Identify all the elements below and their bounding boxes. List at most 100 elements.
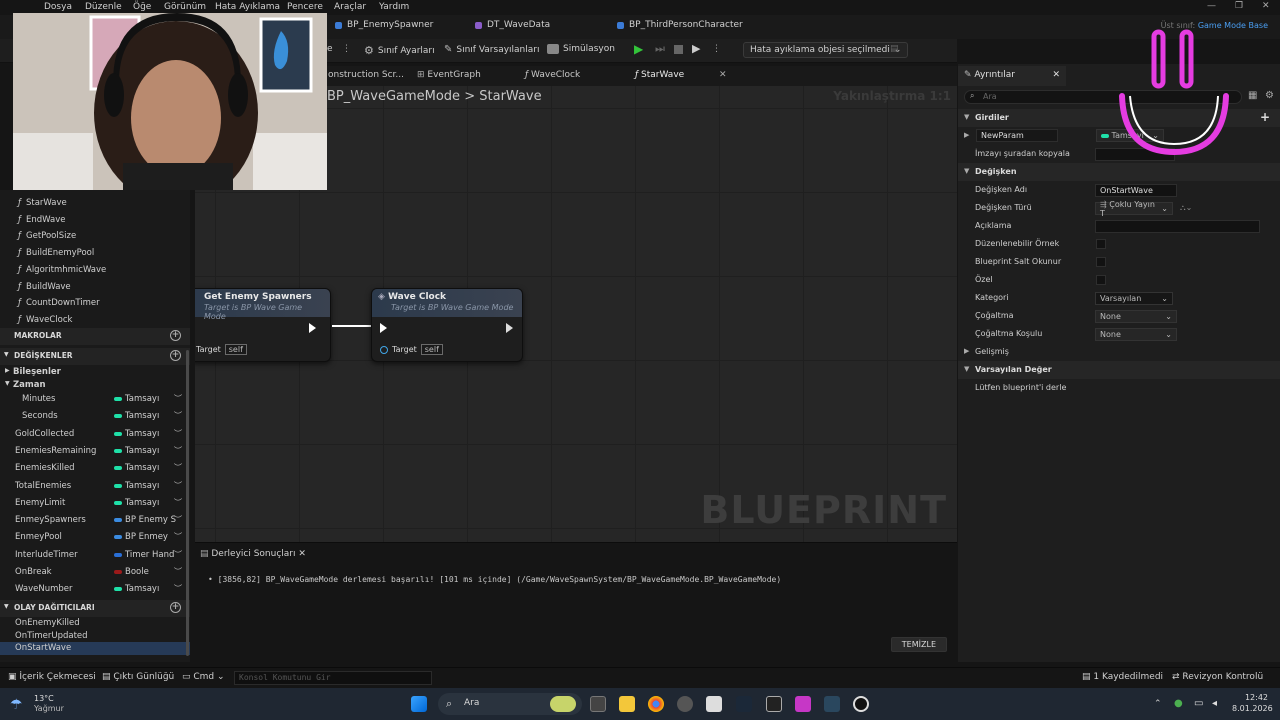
- tray-chevron-icon[interactable]: ⌃: [1154, 699, 1162, 709]
- variable-item[interactable]: EnemiesRemaining Tamsayı ︶: [0, 443, 190, 460]
- expand-arrow-icon[interactable]: ▶: [964, 131, 969, 139]
- visibility-eye-icon[interactable]: ︶: [174, 428, 182, 439]
- dispatcher-item[interactable]: OnTimerUpdated: [0, 630, 190, 643]
- function-item[interactable]: WaveClock: [0, 312, 190, 329]
- replication-dropdown[interactable]: None ⌄: [1095, 310, 1177, 323]
- menu-edit[interactable]: Düzenle: [85, 2, 122, 12]
- function-item[interactable]: EndWave: [0, 212, 190, 229]
- variable-type[interactable]: Tamsayı: [114, 411, 159, 421]
- play-icon[interactable]: ▶: [634, 42, 643, 56]
- variable-type[interactable]: Tamsayı: [114, 481, 159, 491]
- close-icon[interactable]: ✕: [1052, 70, 1060, 80]
- variable-item[interactable]: Minutes Tamsayı ︶: [0, 391, 190, 408]
- class-defaults-button[interactable]: ✎ Sınıf Varsayılanları: [444, 44, 539, 55]
- visibility-eye-icon[interactable]: ︶: [174, 566, 182, 577]
- description-field[interactable]: [1095, 220, 1260, 233]
- category-dropdown[interactable]: Varsayılan ⌄: [1095, 292, 1173, 305]
- close-icon[interactable]: ✕: [1262, 1, 1270, 11]
- variables-section[interactable]: ▼ DEĞİŞKENLER +: [0, 348, 190, 365]
- debug-object-dropdown[interactable]: Hata ayıklama objesi seçilmedi ⌄: [743, 42, 909, 58]
- visibility-eye-icon[interactable]: ︶: [174, 497, 182, 508]
- menu-view[interactable]: Görünüm: [164, 2, 206, 12]
- variable-type[interactable]: BP Enemy S: [114, 515, 176, 525]
- class-settings-button[interactable]: ⚙ Sınıf Ayarları: [364, 44, 435, 57]
- minimize-icon[interactable]: —: [1207, 1, 1216, 11]
- app-purple-icon[interactable]: [795, 696, 811, 712]
- exec-in-pin[interactable]: [380, 323, 387, 333]
- exec-out-pin[interactable]: [506, 323, 513, 333]
- variable-type[interactable]: Tamsayı: [114, 429, 159, 439]
- store-icon[interactable]: [706, 696, 722, 712]
- more-options-icon[interactable]: ⋮: [342, 44, 351, 54]
- add-variable-icon[interactable]: +: [170, 350, 181, 361]
- variable-type[interactable]: BP Enmey: [114, 532, 168, 542]
- dispatchers-section[interactable]: ▼ OLAY DAĞITICILARI +: [0, 600, 190, 617]
- visibility-eye-icon[interactable]: ︶: [174, 393, 182, 404]
- variable-name-field[interactable]: OnStartWave: [1095, 184, 1177, 197]
- dispatcher-item[interactable]: OnEnemyKilled: [0, 617, 190, 630]
- eject-icon[interactable]: ▶: [692, 42, 700, 55]
- volume-icon[interactable]: ◂: [1212, 698, 1217, 709]
- windows-start-icon[interactable]: [411, 696, 427, 712]
- tab-star-wave[interactable]: ƒ StarWave: [635, 70, 684, 80]
- asset-tab-third-person[interactable]: BP_ThirdPersonCharacter: [617, 20, 743, 30]
- param-name-field[interactable]: NewParam: [976, 129, 1058, 142]
- table-view-icon[interactable]: ▦: [1248, 90, 1257, 101]
- maximize-icon[interactable]: ❐: [1235, 1, 1243, 11]
- menu-window[interactable]: Pencere: [287, 2, 323, 12]
- variable-item[interactable]: InterludeTimer Timer Hand ︶: [0, 547, 190, 564]
- container-type-icon[interactable]: ⛬⌄: [1180, 203, 1192, 213]
- unsaved-button[interactable]: ▤ 1 Kaydedilmedi: [1082, 672, 1163, 682]
- tab-wave-clock[interactable]: ƒ WaveClock: [525, 70, 580, 80]
- function-item[interactable]: BuildEnemyPool: [0, 245, 190, 262]
- target-pin[interactable]: Target self: [380, 344, 443, 355]
- macros-section[interactable]: MAKROLAR +: [0, 328, 190, 345]
- visibility-eye-icon[interactable]: ︶: [174, 514, 182, 525]
- compiler-results-tab[interactable]: ▤ Derleyici Sonuçları ✕: [200, 549, 306, 559]
- variable-item[interactable]: EnemyLimit Tamsayı ︶: [0, 495, 190, 512]
- function-item[interactable]: GetPoolSize: [0, 228, 190, 245]
- variable-type[interactable]: Tamsayı: [114, 584, 159, 594]
- menu-file[interactable]: Dosya: [44, 2, 72, 12]
- menu-asset[interactable]: Öğe: [133, 2, 151, 12]
- variable-item[interactable]: OnBreak Boole ︶: [0, 564, 190, 581]
- epic-games-icon[interactable]: [766, 696, 782, 712]
- variable-item[interactable]: TotalEnemies Tamsayı ︶: [0, 478, 190, 495]
- variable-type[interactable]: Tamsayı: [114, 394, 159, 404]
- mic-icon[interactable]: ●: [1174, 698, 1183, 709]
- taskbar-search[interactable]: ⌕ Ara: [438, 693, 582, 715]
- add-macro-icon[interactable]: +: [170, 330, 181, 341]
- task-view-icon[interactable]: [590, 696, 606, 712]
- node-wave-clock[interactable]: ◈ Wave Clock Target is BP Wave Game Mode…: [371, 288, 523, 362]
- visibility-eye-icon[interactable]: ︶: [174, 462, 182, 473]
- variable-type[interactable]: Boole: [114, 567, 149, 577]
- variable-type[interactable]: Timer Hand: [114, 550, 174, 560]
- private-checkbox[interactable]: [1096, 275, 1106, 285]
- menu-tools[interactable]: Araçlar: [334, 2, 366, 12]
- visibility-eye-icon[interactable]: ︶: [174, 531, 182, 542]
- output-log-button[interactable]: ▤ Çıktı Günlüğü: [102, 672, 174, 682]
- find-icon[interactable]: ▤: [890, 44, 899, 54]
- asset-tab-enemy-spawner[interactable]: BP_EnemySpawner: [335, 20, 433, 30]
- advanced-section[interactable]: ▶ Gelişmiş: [958, 343, 1280, 361]
- visibility-eye-icon[interactable]: ︶: [174, 410, 182, 421]
- steam-icon[interactable]: [736, 696, 752, 712]
- variable-type[interactable]: Tamsayı: [114, 446, 159, 456]
- replication-condition-dropdown[interactable]: None ⌄: [1095, 328, 1177, 341]
- console-command-input[interactable]: Konsol Komutunu Gir: [234, 671, 432, 685]
- target-self-value[interactable]: self: [420, 344, 443, 355]
- readonly-checkbox[interactable]: [1096, 257, 1106, 267]
- menu-help[interactable]: Yardım: [379, 2, 409, 12]
- gear-icon[interactable]: ⚙: [1265, 90, 1274, 101]
- variable-type-dropdown[interactable]: ⇶ Çoklu Yayın T ⌄: [1095, 200, 1173, 218]
- visibility-eye-icon[interactable]: ︶: [174, 480, 182, 491]
- variable-item[interactable]: Seconds Tamsayı ︶: [0, 408, 190, 425]
- dispatcher-item[interactable]: OnStartWave: [0, 642, 190, 656]
- file-explorer-icon[interactable]: [619, 696, 635, 712]
- variable-section[interactable]: ▼ Değişken: [958, 163, 1280, 181]
- simulation-button[interactable]: Simülasyon: [547, 44, 615, 54]
- variable-type[interactable]: Tamsayı: [114, 463, 159, 473]
- variable-item[interactable]: EnmeySpawners BP Enemy S ︶: [0, 512, 190, 529]
- variable-type[interactable]: Tamsayı: [114, 498, 159, 508]
- asset-tab-wave-data[interactable]: DT_WaveData: [475, 20, 550, 30]
